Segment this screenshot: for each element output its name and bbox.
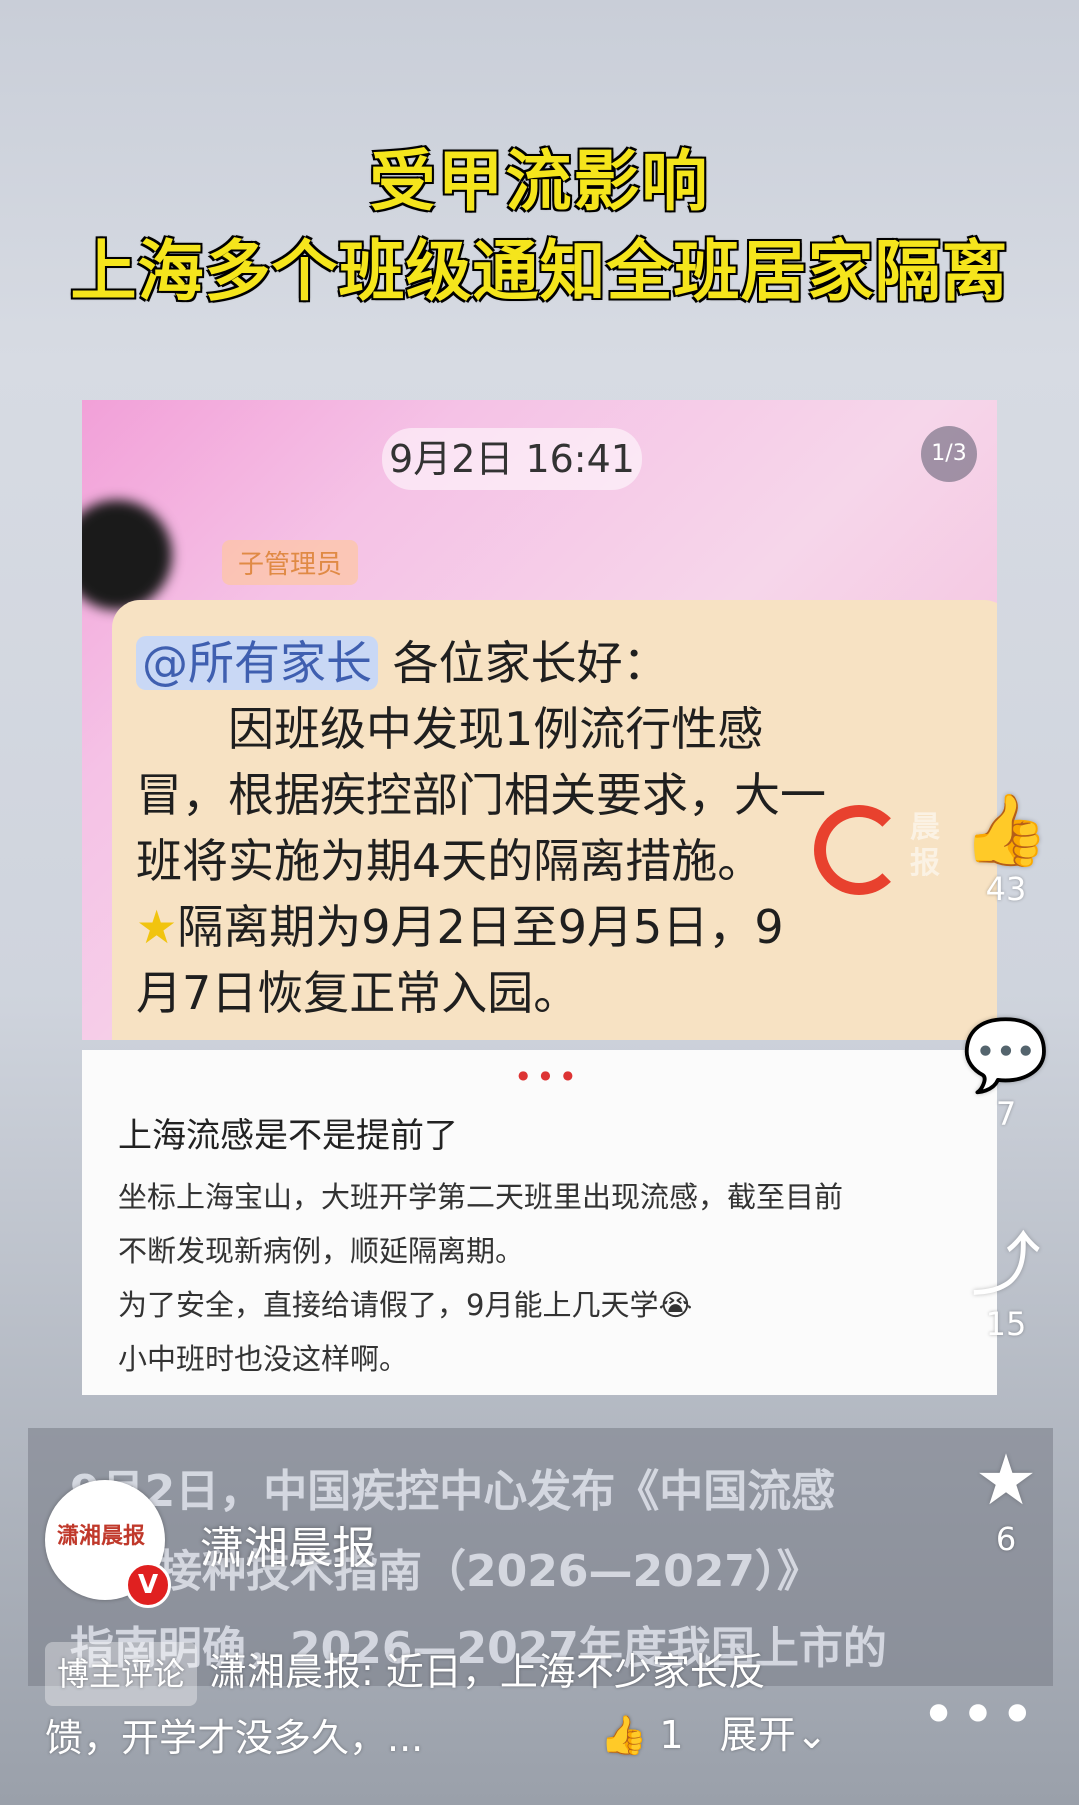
video-caption-line: 预防接种技术指南（2026—2027）》 bbox=[70, 1546, 821, 1597]
post-title: 上海流感是不是提前了 bbox=[118, 1116, 458, 1156]
star-icon[interactable]: ★ bbox=[951, 1440, 1061, 1520]
share-action[interactable]: ⤴ 15 bbox=[951, 1225, 1061, 1343]
author-logo: 潇湘晨报 bbox=[57, 1524, 146, 1549]
post-body-line: 小中班时也没这样啊。 bbox=[118, 1342, 409, 1376]
like-count: 43 bbox=[985, 870, 1027, 908]
redacted-avatar bbox=[82, 500, 172, 610]
star-icon: ★ bbox=[136, 900, 178, 954]
post-body-line: 坐标上海宝山，大班开学第二天班里出现流感，截至目前 bbox=[118, 1180, 844, 1214]
social-post-card: ● ● ● 上海流感是不是提前了 坐标上海宝山，大班开学第二天班里出现流感，截至… bbox=[82, 1050, 997, 1395]
page-counter: 1/3 bbox=[921, 426, 977, 482]
notice-line-4: 隔离期为9月2日至9月5日，9 bbox=[177, 900, 784, 954]
admin-tag: 子管理员 bbox=[222, 540, 359, 585]
share-icon[interactable]: ⤴ bbox=[951, 1225, 1061, 1305]
watermark-logo-icon bbox=[814, 805, 904, 895]
author-avatar[interactable]: 潇湘晨报 V bbox=[45, 1480, 171, 1608]
more-options-icon[interactable]: ••• bbox=[921, 1680, 1039, 1750]
favorite-count: 6 bbox=[995, 1520, 1017, 1558]
comment-action[interactable]: 💬 7 bbox=[951, 1015, 1061, 1133]
comment-like-row[interactable]: 👍 1 展开⌄ bbox=[600, 1704, 828, 1759]
headline-line2: 上海多个班级通知全班居家隔离 bbox=[70, 233, 1009, 310]
greeting: 各位家长好： bbox=[392, 636, 669, 690]
verified-badge-icon: V bbox=[125, 1562, 171, 1608]
author-comment-tag: 博主评论 bbox=[45, 1642, 198, 1706]
headline-line1: 受甲流影响 bbox=[369, 143, 710, 220]
watermark-text: 晨报 bbox=[910, 810, 940, 881]
post-body: 坐标上海宝山，大班开学第二天班里出现流感，截至目前 不断发现新病例，顺延隔离期。… bbox=[118, 1170, 978, 1386]
comment-like-count: 1 bbox=[659, 1713, 684, 1757]
video-caption-line: 9月2日，中国疾控中心发布《中国流感 bbox=[70, 1466, 836, 1517]
author-name[interactable]: 潇湘晨报 bbox=[200, 1512, 376, 1576]
expand-button[interactable]: 展开 bbox=[720, 1713, 796, 1757]
notice-line-5: 月7日恢复正常入园。 bbox=[136, 966, 580, 1020]
favorite-action[interactable]: ★ 6 bbox=[951, 1440, 1061, 1558]
chevron-down-icon[interactable]: ⌄ bbox=[796, 1713, 828, 1757]
notice-line-1: 因班级中发现1例流行性感 bbox=[228, 702, 764, 756]
share-count: 15 bbox=[985, 1305, 1027, 1343]
chat-screenshot: 9月2日 16:41 1/3 子管理员 @所有家长 各位家长好： 因班级中发现1… bbox=[82, 400, 997, 1040]
thumbs-up-outline-icon[interactable]: 👍 bbox=[600, 1713, 647, 1757]
mention-all-parents: @所有家长 bbox=[136, 636, 378, 690]
comment-bubble-icon[interactable]: 💬 bbox=[951, 1015, 1061, 1095]
pagination-dots-icon: ● ● ● bbox=[518, 1068, 578, 1082]
comment-count: 7 bbox=[995, 1095, 1017, 1133]
thumbs-up-icon[interactable]: 👍 bbox=[951, 790, 1061, 870]
chat-timestamp: 9月2日 16:41 bbox=[382, 428, 642, 490]
post-body-line: 不断发现新病例，顺延隔离期。 bbox=[118, 1234, 525, 1268]
post-body-line: 为了安全，直接给请假了，9月能上几天学😭 bbox=[118, 1288, 693, 1322]
like-action[interactable]: 👍 43 bbox=[951, 790, 1061, 908]
